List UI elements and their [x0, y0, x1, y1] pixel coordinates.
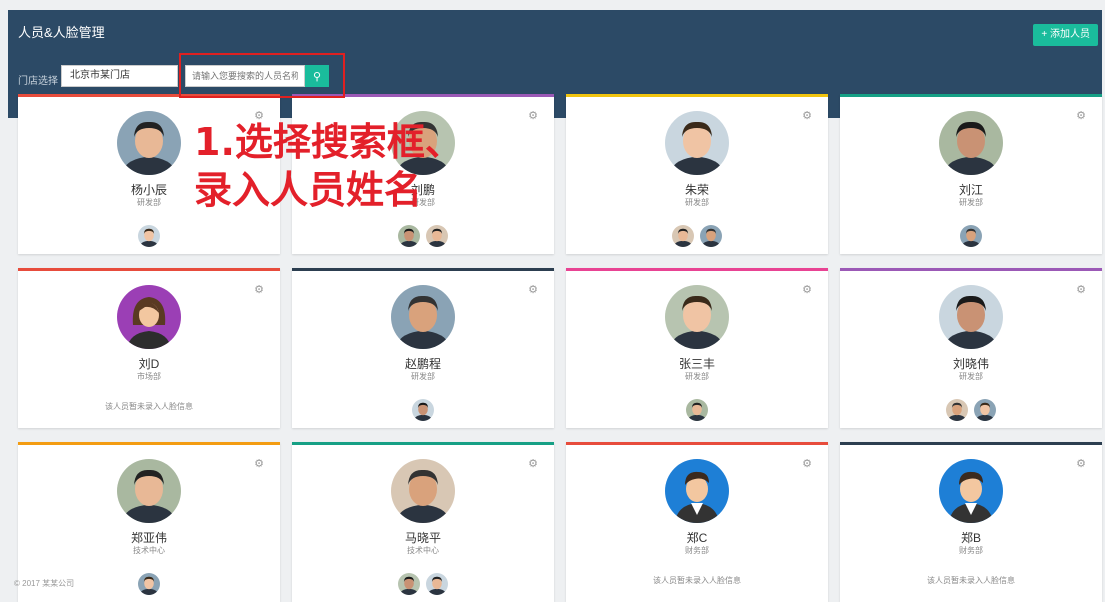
- person-card[interactable]: ⚙ 刘江 研发部: [840, 94, 1102, 254]
- avatar: [117, 111, 181, 175]
- gear-icon[interactable]: ⚙: [802, 457, 812, 470]
- no-face-note: 该人员暂未录入人脸信息: [105, 402, 193, 411]
- person-card-grid: ⚙ 杨小辰 研发部 ⚙ 刘鹏 研发部 ⚙ 朱荣 研发部 ⚙ 刘江 研发部 ⚙ 刘D 市场部 该人员暂未录入人脸…: [18, 94, 1102, 602]
- page-title: 人员&人脸管理: [18, 25, 105, 40]
- person-card[interactable]: ⚙ 刘D 市场部该人员暂未录入人脸信息: [18, 268, 280, 428]
- person-card[interactable]: ⚙ 郑B 财务部该人员暂未录入人脸信息: [840, 442, 1102, 602]
- face-thumbnail[interactable]: [412, 399, 434, 421]
- add-person-button[interactable]: + 添加人员: [1033, 24, 1098, 46]
- person-name: 郑亚伟: [130, 531, 167, 545]
- face-thumbnail[interactable]: [398, 225, 420, 247]
- face-thumbnails: [566, 399, 828, 421]
- face-thumbnail[interactable]: [686, 399, 708, 421]
- gear-icon[interactable]: ⚙: [802, 109, 812, 122]
- person-card[interactable]: ⚙ 朱荣 研发部: [566, 94, 828, 254]
- highlight-box: [179, 53, 345, 98]
- person-card[interactable]: ⚙ 赵鹏程 研发部: [292, 268, 554, 428]
- person-name: 朱荣: [684, 183, 709, 197]
- gear-icon[interactable]: ⚙: [528, 283, 538, 296]
- avatar: [939, 111, 1003, 175]
- face-thumbnail[interactable]: [946, 399, 968, 421]
- avatar: [665, 285, 729, 349]
- person-name: 刘江: [958, 183, 983, 197]
- person-card[interactable]: ⚙ 马晓平 技术中心: [292, 442, 554, 602]
- face-thumbnails: [292, 399, 554, 421]
- avatar: [665, 111, 729, 175]
- tutorial-annotation: 1.选择搜索框、 录入人员姓名: [194, 118, 463, 214]
- avatar: [391, 459, 455, 523]
- face-thumbnails: [292, 225, 554, 247]
- person-department: 市场部: [137, 372, 161, 381]
- person-card[interactable]: ⚙ 张三丰 研发部: [566, 268, 828, 428]
- person-department: 研发部: [959, 198, 983, 207]
- annotation-line-1: 1.选择搜索框、: [194, 120, 463, 164]
- avatar: [939, 285, 1003, 349]
- face-thumbnail[interactable]: [138, 225, 160, 247]
- face-thumbnail[interactable]: [672, 225, 694, 247]
- person-department: 财务部: [685, 546, 709, 555]
- avatar: [117, 285, 181, 349]
- face-thumbnails: [840, 225, 1102, 247]
- face-thumbnail[interactable]: [960, 225, 982, 247]
- gear-icon[interactable]: ⚙: [802, 283, 812, 296]
- person-card[interactable]: ⚙ 刘晓伟 研发部: [840, 268, 1102, 428]
- person-department: 技术中心: [133, 546, 165, 555]
- face-thumbnails: [566, 225, 828, 247]
- gear-icon[interactable]: ⚙: [528, 109, 538, 122]
- face-thumbnail[interactable]: [974, 399, 996, 421]
- person-name: 张三丰: [678, 357, 715, 371]
- person-department: 财务部: [959, 546, 983, 555]
- person-department: 技术中心: [407, 546, 439, 555]
- gear-icon[interactable]: ⚙: [254, 457, 264, 470]
- person-name: 马晓平: [404, 531, 441, 545]
- annotation-line-2: 录入人员姓名: [194, 168, 423, 212]
- no-face-note: 该人员暂未录入人脸信息: [927, 576, 1015, 585]
- person-name: 刘D: [138, 357, 160, 371]
- person-department: 研发部: [959, 372, 983, 381]
- gear-icon[interactable]: ⚙: [1076, 457, 1086, 470]
- gear-icon[interactable]: ⚙: [1076, 109, 1086, 122]
- store-select[interactable]: 北京市某门店: [61, 65, 178, 87]
- store-filter-label: 门店选择: [18, 76, 58, 87]
- person-department: 研发部: [685, 372, 709, 381]
- gear-icon[interactable]: ⚙: [528, 457, 538, 470]
- footer-copyright: © 2017 某某公司: [14, 579, 75, 588]
- face-thumbnails: [18, 225, 280, 247]
- face-thumbnail[interactable]: [426, 225, 448, 247]
- avatar: [391, 285, 455, 349]
- person-name: 赵鹏程: [404, 357, 441, 371]
- no-face-note: 该人员暂未录入人脸信息: [653, 576, 741, 585]
- avatar: [665, 459, 729, 523]
- gear-icon[interactable]: ⚙: [254, 283, 264, 296]
- person-department: 研发部: [411, 372, 435, 381]
- person-name: 刘晓伟: [952, 357, 989, 371]
- person-name: 郑C: [686, 531, 708, 545]
- person-card[interactable]: ⚙ 郑C 财务部该人员暂未录入人脸信息: [566, 442, 828, 602]
- face-thumbnail[interactable]: [700, 225, 722, 247]
- person-name: 郑B: [960, 531, 981, 545]
- avatar: [939, 459, 1003, 523]
- face-thumbnails: [840, 399, 1102, 421]
- avatar: [117, 459, 181, 523]
- person-department: 研发部: [685, 198, 709, 207]
- gear-icon[interactable]: ⚙: [1076, 283, 1086, 296]
